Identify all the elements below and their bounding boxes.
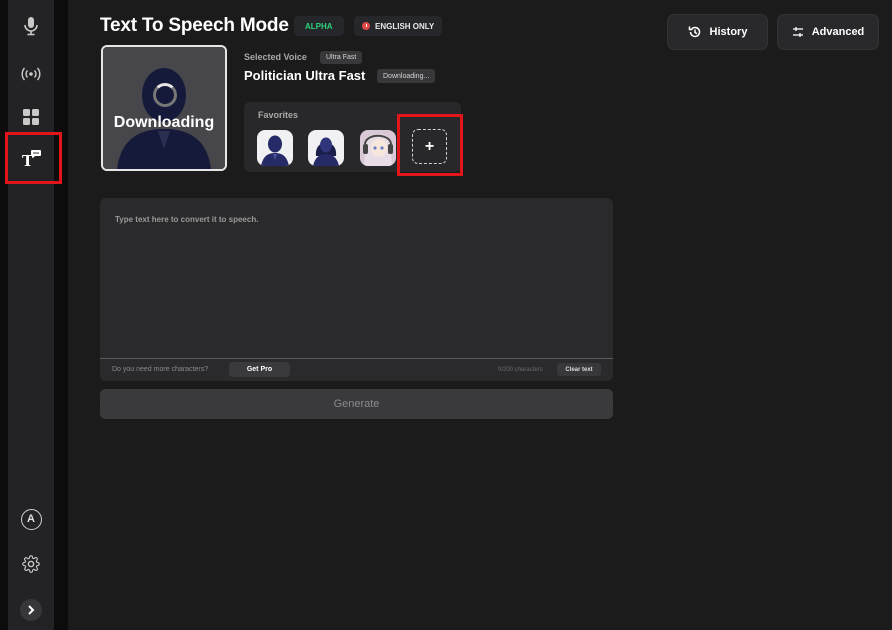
expand-sidebar-button[interactable] <box>14 593 48 627</box>
english-only-badge: ENGLISH ONLY <box>354 16 443 36</box>
account-icon: A <box>20 508 42 530</box>
advanced-button[interactable]: Advanced <box>777 14 879 50</box>
selected-voice-label: Selected Voice <box>244 52 307 62</box>
loading-spinner-icon <box>153 83 177 107</box>
clear-text-button[interactable]: Clear text <box>557 363 601 376</box>
voice-silhouette-image <box>103 47 225 169</box>
text-input-panel[interactable]: Type text here to convert it to speech. … <box>100 198 613 381</box>
more-characters-prompt: Do you need more characters? <box>112 366 209 373</box>
page-title: Text To Speech Mode <box>100 15 289 36</box>
character-count: 0/200 characters <box>498 367 543 373</box>
sidebar-item-broadcast[interactable] <box>14 57 48 91</box>
text-to-speech-icon: T <box>22 150 41 167</box>
account-initial: A <box>27 513 35 525</box>
favorite-voice-1[interactable] <box>257 130 293 166</box>
advanced-label: Advanced <box>811 26 865 38</box>
microphone-icon <box>24 17 38 36</box>
favorite-voice-2[interactable] <box>308 130 344 166</box>
favorites-panel: Favorites + <box>244 102 461 172</box>
text-input-placeholder[interactable]: Type text here to convert it to speech. <box>115 215 258 224</box>
history-icon <box>688 26 700 38</box>
voice-name: Politician Ultra Fast <box>244 68 366 83</box>
chevron-right-icon <box>20 599 42 621</box>
sidebar-item-library[interactable] <box>14 100 48 134</box>
sidebar-item-voice-changer[interactable] <box>14 9 48 43</box>
warning-icon <box>362 22 370 30</box>
voice-avatar-image <box>257 130 293 166</box>
sidebar-edge <box>54 0 68 630</box>
avatar-status-label: Downloading <box>113 114 215 131</box>
selected-voice-avatar[interactable]: Downloading <box>101 45 227 171</box>
voice-avatar-image <box>360 130 396 166</box>
settings-button[interactable] <box>14 547 48 581</box>
editor-divider <box>100 358 613 359</box>
history-button[interactable]: History <box>667 14 768 50</box>
voice-status-tag: Downloading... <box>377 69 436 83</box>
sliders-icon <box>792 27 803 37</box>
broadcast-icon <box>21 67 41 81</box>
generate-button[interactable]: Generate <box>100 389 613 419</box>
add-favorite-button[interactable]: + <box>412 129 447 164</box>
gear-icon <box>22 555 40 573</box>
voice-avatar-image <box>308 130 344 166</box>
get-pro-button[interactable]: Get Pro <box>229 362 290 377</box>
grid-icon <box>23 109 39 125</box>
favorites-label: Favorites <box>258 110 299 120</box>
left-edge <box>0 0 8 630</box>
sidebar-item-text-to-speech[interactable]: T <box>14 141 48 175</box>
voice-speed-tag: Ultra Fast <box>320 51 363 64</box>
account-button[interactable]: A <box>14 502 48 536</box>
english-only-label: ENGLISH ONLY <box>375 21 435 31</box>
alpha-badge: ALPHA <box>294 16 344 36</box>
history-label: History <box>709 26 748 38</box>
favorite-voice-3[interactable] <box>360 130 396 166</box>
